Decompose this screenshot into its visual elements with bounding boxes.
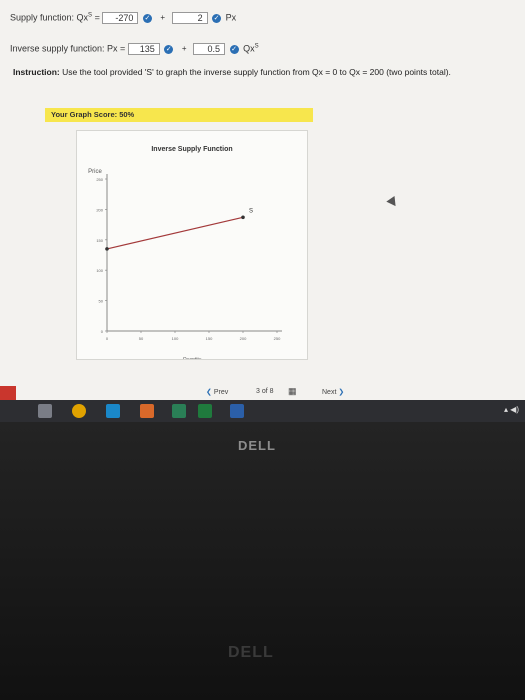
supply-line xyxy=(106,216,244,250)
inverse-supply-label: Inverse supply function: Px = xyxy=(10,43,126,54)
y-tick-label: 100 xyxy=(96,268,103,273)
supply-equals: = xyxy=(94,12,100,23)
skype-icon[interactable] xyxy=(106,404,120,418)
x-tick-label: 200 xyxy=(240,336,247,341)
inverse-superscript: S xyxy=(254,43,259,50)
data-point xyxy=(241,215,245,220)
y-tick-label: 0 xyxy=(101,329,104,334)
correct-check-icon: ✓ xyxy=(164,44,174,54)
next-button[interactable]: Next ❯ xyxy=(322,388,344,396)
instruction-text: Instruction: Use the tool provided 'S' t… xyxy=(13,67,451,77)
supply-slope-input[interactable]: 2 xyxy=(171,12,208,24)
plus-sign: + xyxy=(181,44,187,54)
inverse-supply-chart[interactable]: Inverse Supply Function Price Quantity 0 50 1… xyxy=(77,131,307,363)
onenote-icon[interactable] xyxy=(172,404,186,418)
next-label: Next xyxy=(322,389,337,396)
y-tick-label: 200 xyxy=(96,207,103,212)
system-tray: ▴ ◀) xyxy=(503,405,519,414)
y-tick-label: 150 xyxy=(96,238,103,243)
inverse-slope-input[interactable]: 0.5 xyxy=(193,43,226,55)
inverse-var: Qx xyxy=(243,43,255,54)
grid-menu-icon[interactable]: ▦ xyxy=(288,386,297,397)
plus-sign: + xyxy=(160,13,166,23)
inverse-supply-row: Inverse supply function: Px = 135 ✓ + 0.… xyxy=(10,43,259,55)
instruction-body: Use the tool provided 'S' to graph the i… xyxy=(62,67,451,77)
instruction-label: Instruction: xyxy=(13,67,60,77)
y-tick-label: 50 xyxy=(99,299,104,304)
inverse-intercept-input[interactable]: 135 xyxy=(127,43,160,55)
cursor-icon xyxy=(386,195,400,210)
chevron-left-icon: ❮ xyxy=(206,389,212,396)
dell-logo: DELL xyxy=(238,438,276,453)
x-tick-label: 0 xyxy=(106,336,109,341)
correct-check-icon: ✓ xyxy=(142,13,152,23)
data-point xyxy=(105,247,109,251)
page-position: 3 of 8 xyxy=(256,388,274,395)
chart-title: Inverse Supply Function xyxy=(151,146,232,153)
chrome-icon[interactable] xyxy=(72,404,86,418)
x-tick-label: 250 xyxy=(274,336,281,341)
y-tick-label: 250 xyxy=(96,177,103,182)
prev-label: Prev xyxy=(213,389,229,396)
app-logo xyxy=(0,386,16,400)
media-player-icon[interactable] xyxy=(38,404,52,418)
supply-var: Px xyxy=(225,12,237,23)
supply-function-row: Supply function: QxS = -270 ✓ + 2 ✓ Px xyxy=(10,12,236,24)
excel-icon[interactable] xyxy=(198,404,212,418)
supply-function-label: Supply function: Qx xyxy=(10,12,89,23)
correct-check-icon: ✓ xyxy=(229,44,239,54)
outlook-icon[interactable] xyxy=(140,404,154,418)
x-tick-label: 100 xyxy=(172,336,179,341)
graph-score-banner: Your Graph Score: 50% xyxy=(45,108,313,122)
word-icon[interactable] xyxy=(230,404,244,418)
supply-intercept-input[interactable]: -270 xyxy=(102,12,139,24)
x-tick-label: 150 xyxy=(206,336,213,341)
series-label: S xyxy=(249,208,253,214)
y-axis-label: Price xyxy=(88,169,102,175)
browser-screen: Supply function: QxS = -270 ✓ + 2 ✓ Px I… xyxy=(0,0,525,410)
correct-check-icon: ✓ xyxy=(212,13,222,23)
graph-panel[interactable]: Inverse Supply Function Price Quantity 0 50 1… xyxy=(76,130,308,363)
supply-superscript: S xyxy=(88,12,93,19)
x-axis-label: Quantity xyxy=(183,357,202,359)
prev-button[interactable]: ❮ Prev xyxy=(206,388,228,396)
dell-logo-reflection: DELL xyxy=(228,644,274,661)
x-tick-label: 50 xyxy=(139,336,144,341)
chevron-right-icon: ❯ xyxy=(338,389,345,396)
